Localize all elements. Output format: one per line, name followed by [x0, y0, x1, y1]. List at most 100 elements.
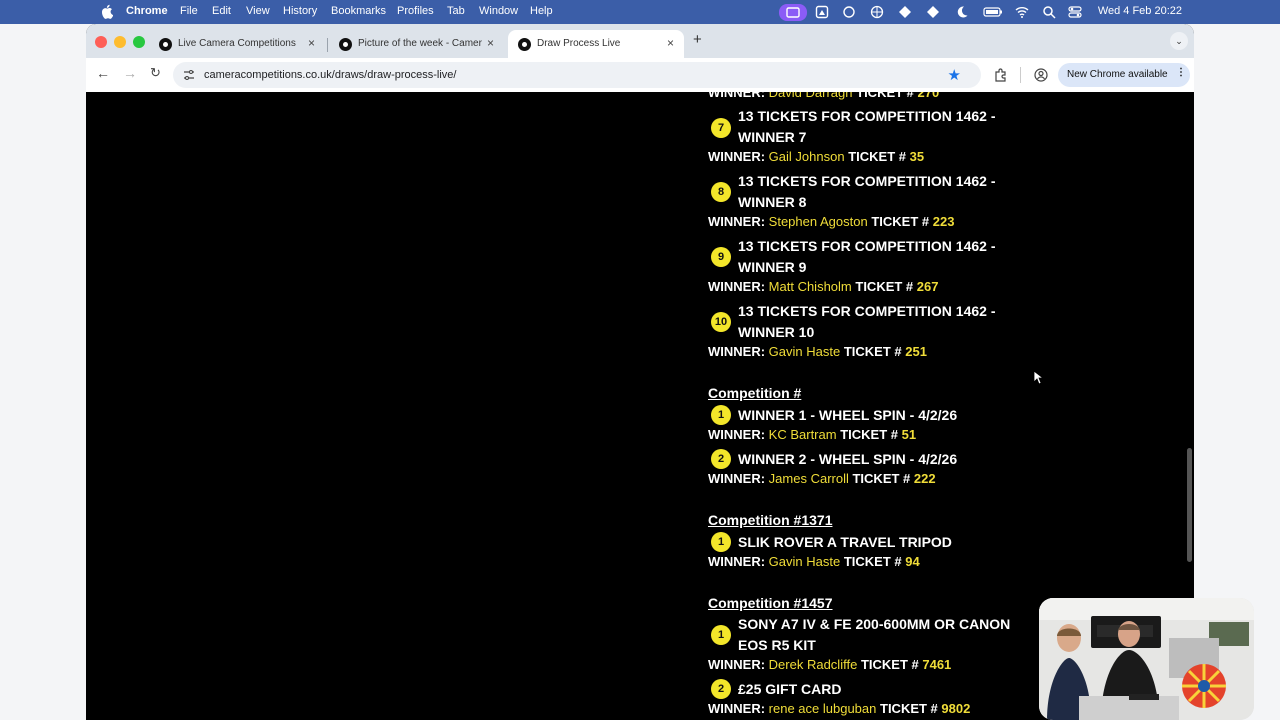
back-arrow-icon[interactable]: ←	[96, 65, 110, 81]
winner-label: WINNER:	[708, 279, 766, 294]
ticket-label: TICKET #	[855, 279, 914, 294]
webcam-video-image	[1039, 598, 1254, 720]
webcam-overlay	[1039, 598, 1254, 720]
ticket-label: TICKET #	[843, 554, 902, 569]
winner-name: rene ace lubguban	[768, 701, 877, 716]
close-window-button[interactable]	[95, 36, 107, 48]
extensions-icon[interactable]	[993, 68, 1007, 82]
winner-badge: 2	[711, 449, 731, 469]
forward-arrow-icon[interactable]: →	[123, 65, 137, 81]
url-text[interactable]: cameracompetitions.co.uk/draws/draw-proc…	[204, 69, 456, 81]
winner-badge: 8	[711, 182, 731, 202]
bookmark-star-icon[interactable]: ★	[948, 66, 961, 84]
menu-window[interactable]: Window	[479, 5, 518, 17]
prize-title: 13 TICKETS FOR COMPETITION 1462 - WINNER…	[738, 173, 996, 210]
tab-search-chevron-down-icon[interactable]: ⌄	[1170, 32, 1188, 50]
more-menu-icon[interactable]: ⋮	[1176, 67, 1186, 78]
diamond-icon[interactable]	[898, 5, 912, 19]
winner-label: WINNER:	[708, 214, 766, 229]
ticket-label: TICKET #	[871, 214, 930, 229]
search-icon[interactable]	[1042, 5, 1056, 19]
menu-file[interactable]: File	[180, 5, 198, 17]
winner-name: KC Bartram	[768, 427, 837, 442]
competition-heading[interactable]: Competition #	[708, 385, 801, 401]
reload-icon[interactable]: ↻	[150, 65, 161, 81]
menu-help[interactable]: Help	[530, 5, 553, 17]
minimize-window-button[interactable]	[114, 36, 126, 48]
winner-name: David Darragh	[768, 92, 853, 100]
winner-label: WINNER:	[708, 344, 766, 359]
ticket-number: 9802	[941, 701, 971, 716]
tab-draw-process-live[interactable]: Draw Process Live ×	[508, 30, 684, 58]
macos-menu-bar: Chrome File Edit View History Bookmarks …	[0, 0, 1280, 24]
drive-icon[interactable]	[815, 5, 829, 19]
tab-close-icon[interactable]: ×	[487, 36, 494, 50]
prize-title: 13 TICKETS FOR COMPETITION 1462 - WINNER…	[738, 303, 996, 340]
new-tab-button[interactable]: +	[693, 31, 702, 48]
winner-label: WINNER:	[708, 149, 766, 164]
winner-badge: 1	[711, 405, 731, 425]
control-center-icon[interactable]	[1068, 5, 1082, 19]
ticket-number: 251	[905, 344, 927, 359]
moon-icon[interactable]	[955, 5, 969, 19]
tab-separator	[327, 38, 328, 52]
ticket-label: TICKET #	[848, 149, 906, 164]
tab-live-camera-competitions[interactable]: Live Camera Competitions ×	[149, 30, 327, 58]
diamond-icon[interactable]	[926, 5, 940, 19]
tab-close-icon[interactable]: ×	[308, 36, 315, 50]
menu-chrome[interactable]: Chrome	[126, 5, 168, 17]
site-settings-icon[interactable]	[183, 69, 195, 81]
ticket-label: TICKET #	[856, 92, 914, 100]
menu-view[interactable]: View	[246, 5, 270, 17]
prize-title: WINNER 2 - WHEEL SPIN - 4/2/26	[738, 451, 958, 467]
wifi-icon[interactable]	[1015, 5, 1029, 19]
tab-picture-of-the-week[interactable]: Picture of the week - Camera ×	[329, 30, 507, 58]
tab-title: Picture of the week - Camera	[358, 38, 482, 49]
winner-label: WINNER:	[708, 701, 766, 716]
menu-history[interactable]: History	[283, 5, 317, 17]
winner-label: WINNER:	[708, 92, 766, 100]
ticket-label: TICKET #	[880, 701, 938, 716]
page-content: WINNER: David Darragh TICKET # 270 7 13 …	[86, 92, 1194, 720]
competition-heading[interactable]: Competition #1371	[708, 512, 832, 528]
winner-line: WINNER: Derek Radcliffe TICKET # 7461	[708, 657, 951, 672]
winner-label: WINNER:	[708, 657, 766, 672]
update-label: New Chrome available	[1067, 69, 1168, 80]
new-chrome-available-button[interactable]: New Chrome available ⋮	[1058, 63, 1190, 87]
menu-clock[interactable]: Wed 4 Feb 20:22	[1098, 5, 1182, 17]
menu-bookmarks[interactable]: Bookmarks	[331, 5, 386, 17]
profile-icon[interactable]	[1034, 68, 1048, 82]
screen-record-icon[interactable]	[779, 4, 807, 21]
battery-icon[interactable]	[983, 5, 1003, 19]
winner-badge: 7	[711, 118, 731, 138]
winner-line: WINNER: Stephen Agoston TICKET # 223	[708, 214, 954, 229]
circle-icon[interactable]	[842, 5, 856, 19]
apple-icon[interactable]	[101, 3, 113, 19]
ticket-number: 222	[913, 471, 936, 486]
winner-label: WINNER:	[708, 471, 766, 486]
menu-profiles[interactable]: Profiles	[397, 5, 434, 17]
menu-tab[interactable]: Tab	[447, 5, 465, 17]
toolbar-divider	[1020, 67, 1021, 83]
ticket-number: 223	[932, 214, 955, 229]
address-bar[interactable]: cameracompetitions.co.uk/draws/draw-proc…	[173, 62, 981, 88]
mouse-cursor-icon	[1033, 370, 1043, 385]
winner-line: WINNER: rene ace lubguban TICKET # 9802	[708, 701, 970, 716]
prize-title: 13 TICKETS FOR COMPETITION 1462 - WINNER…	[738, 108, 996, 145]
ticket-label: TICKET #	[852, 471, 911, 486]
winner-line: WINNER: Matt Chisholm TICKET # 267	[708, 279, 939, 294]
competition-heading[interactable]: Competition #1457	[708, 595, 832, 611]
ticket-number: 270	[917, 92, 940, 100]
tab-close-icon[interactable]: ×	[667, 36, 674, 50]
browser-toolbar: ← → ↻ cameracompetitions.co.uk/draws/dra…	[86, 58, 1194, 93]
page-scrollbar[interactable]	[1187, 448, 1192, 562]
globe-icon[interactable]	[870, 5, 884, 19]
zoom-window-button[interactable]	[133, 36, 145, 48]
winner-name: Matt Chisholm	[768, 279, 852, 294]
site-favicon	[518, 38, 531, 51]
prize-title: 13 TICKETS FOR COMPETITION 1462 - WINNER…	[738, 238, 996, 275]
menu-edit[interactable]: Edit	[212, 5, 231, 17]
ticket-label: TICKET #	[840, 427, 898, 442]
winner-line: WINNER: Gavin Haste TICKET # 251	[708, 344, 927, 359]
winner-name: Gavin Haste	[768, 554, 841, 569]
